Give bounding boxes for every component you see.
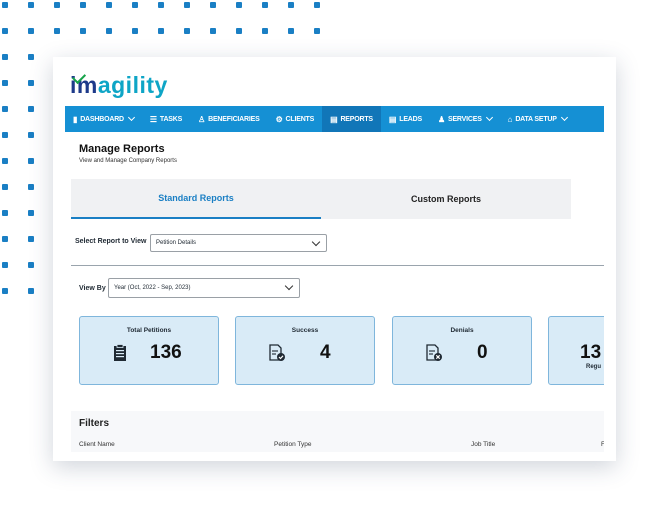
imagility-logo[interactable]: imagility bbox=[70, 69, 168, 99]
decorative-dot bbox=[132, 2, 138, 8]
decorative-dot bbox=[28, 132, 34, 138]
decorative-dot bbox=[28, 262, 34, 268]
chevron-down-icon bbox=[485, 113, 493, 122]
decorative-dot bbox=[2, 262, 8, 268]
nav-tasks[interactable]: ☰ TASKS bbox=[142, 106, 190, 132]
chevron-down-icon bbox=[560, 113, 568, 122]
decorative-dot bbox=[210, 2, 216, 8]
page-title: Manage Reports bbox=[79, 143, 165, 155]
decorative-dot bbox=[28, 2, 34, 8]
nav-services[interactable]: ♟ SERVICES bbox=[430, 106, 500, 132]
tasks-icon: ☰ bbox=[149, 114, 157, 124]
chevron-down-icon bbox=[127, 113, 135, 122]
decorative-dot bbox=[158, 28, 164, 34]
decorative-dot bbox=[236, 28, 242, 34]
decorative-dot bbox=[28, 158, 34, 164]
decorative-dot bbox=[2, 158, 8, 164]
decorative-dot bbox=[28, 288, 34, 294]
people-icon: ♙ bbox=[198, 114, 206, 124]
clipboard-icon bbox=[114, 344, 126, 361]
document-x-icon bbox=[426, 344, 442, 361]
decorative-dot bbox=[132, 28, 138, 34]
app-window: imagility ▮ DASHBOARD ☰ TASKS ♙ BENEFICI… bbox=[65, 67, 604, 452]
decorative-dot bbox=[262, 28, 268, 34]
clients-icon: ⚙ bbox=[275, 114, 283, 124]
nav-data-setup[interactable]: ⌂ DATA SETUP bbox=[500, 106, 575, 132]
decorative-dot bbox=[28, 54, 34, 60]
report-tabs: Standard Reports Custom Reports bbox=[71, 179, 604, 219]
decorative-dot bbox=[54, 28, 60, 34]
tab-overflow bbox=[571, 179, 604, 219]
decorative-dot bbox=[288, 28, 294, 34]
filter-overflow-label: F bbox=[601, 441, 604, 448]
stat-card-total-petitions[interactable]: Total Petitions 136 bbox=[79, 316, 219, 385]
decorative-dot bbox=[28, 106, 34, 112]
decorative-dot bbox=[2, 2, 8, 8]
bar-chart-icon: ▮ bbox=[73, 114, 78, 124]
decorative-dot bbox=[314, 2, 320, 8]
decorative-dot bbox=[184, 28, 190, 34]
view-by-label: View By bbox=[79, 285, 106, 292]
decorative-dot bbox=[2, 132, 8, 138]
app-screenshot-card: imagility ▮ DASHBOARD ☰ TASKS ♙ BENEFICI… bbox=[53, 57, 616, 461]
decorative-dot bbox=[2, 184, 8, 190]
decorative-dot bbox=[2, 210, 8, 216]
page-subtitle: View and Manage Company Reports bbox=[79, 158, 177, 164]
decorative-dot bbox=[184, 2, 190, 8]
decorative-dot bbox=[106, 2, 112, 8]
filters-title: Filters bbox=[79, 418, 110, 429]
chevron-down-icon bbox=[284, 281, 294, 291]
tab-standard-reports[interactable]: Standard Reports bbox=[71, 179, 321, 219]
filters-panel bbox=[71, 411, 604, 452]
home-icon: ⌂ bbox=[507, 114, 513, 124]
nav-leads[interactable]: ▤ LEADS bbox=[381, 106, 430, 132]
decorative-dot bbox=[314, 28, 320, 34]
decorative-dot bbox=[28, 28, 34, 34]
decorative-dot bbox=[262, 2, 268, 8]
tab-custom-reports[interactable]: Custom Reports bbox=[321, 179, 571, 219]
view-by-select[interactable]: Year (Oct, 2022 - Sep, 2023) bbox=[108, 278, 300, 298]
decorative-dot bbox=[2, 288, 8, 294]
filter-petition-type-label: Petition Type bbox=[274, 441, 312, 448]
document-check-icon bbox=[269, 344, 285, 361]
stat-card-partial[interactable]: 13 Regu bbox=[548, 316, 604, 385]
decorative-dot bbox=[2, 28, 8, 34]
decorative-dot bbox=[28, 80, 34, 86]
leads-icon: ▤ bbox=[388, 114, 397, 124]
decorative-dot bbox=[54, 2, 60, 8]
stat-card-success[interactable]: Success 4 bbox=[235, 316, 375, 385]
decorative-dot bbox=[210, 28, 216, 34]
document-icon: ▤ bbox=[330, 114, 338, 124]
decorative-dot bbox=[28, 236, 34, 242]
decorative-dot bbox=[2, 80, 8, 86]
nav-clients[interactable]: ⚙ CLIENTS bbox=[268, 106, 323, 132]
chevron-down-icon bbox=[311, 237, 321, 247]
filter-client-name-label: Client Name bbox=[79, 441, 115, 448]
decorative-dot bbox=[288, 2, 294, 8]
nav-beneficiaries[interactable]: ♙ BENEFICIARIES bbox=[190, 106, 267, 132]
decorative-dot bbox=[28, 210, 34, 216]
decorative-dot bbox=[80, 28, 86, 34]
decorative-dot bbox=[80, 2, 86, 8]
filter-job-title-label: Job Title bbox=[471, 441, 496, 448]
stat-card-denials[interactable]: Denials 0 bbox=[392, 316, 532, 385]
decorative-dot bbox=[2, 54, 8, 60]
decorative-dot bbox=[2, 236, 8, 242]
main-nav: ▮ DASHBOARD ☰ TASKS ♙ BENEFICIARIES ⚙ CL… bbox=[65, 106, 604, 132]
services-icon: ♟ bbox=[438, 114, 445, 124]
decorative-dot bbox=[158, 2, 164, 8]
divider bbox=[71, 265, 604, 266]
decorative-dot bbox=[28, 184, 34, 190]
nav-reports[interactable]: ▤ REPORTS bbox=[322, 106, 381, 132]
nav-dashboard[interactable]: ▮ DASHBOARD bbox=[65, 106, 142, 132]
report-select[interactable]: Petition Details bbox=[150, 234, 327, 252]
decorative-dot bbox=[106, 28, 112, 34]
report-select-label: Select Report to View bbox=[75, 238, 147, 245]
decorative-dot bbox=[236, 2, 242, 8]
decorative-dot bbox=[2, 106, 8, 112]
